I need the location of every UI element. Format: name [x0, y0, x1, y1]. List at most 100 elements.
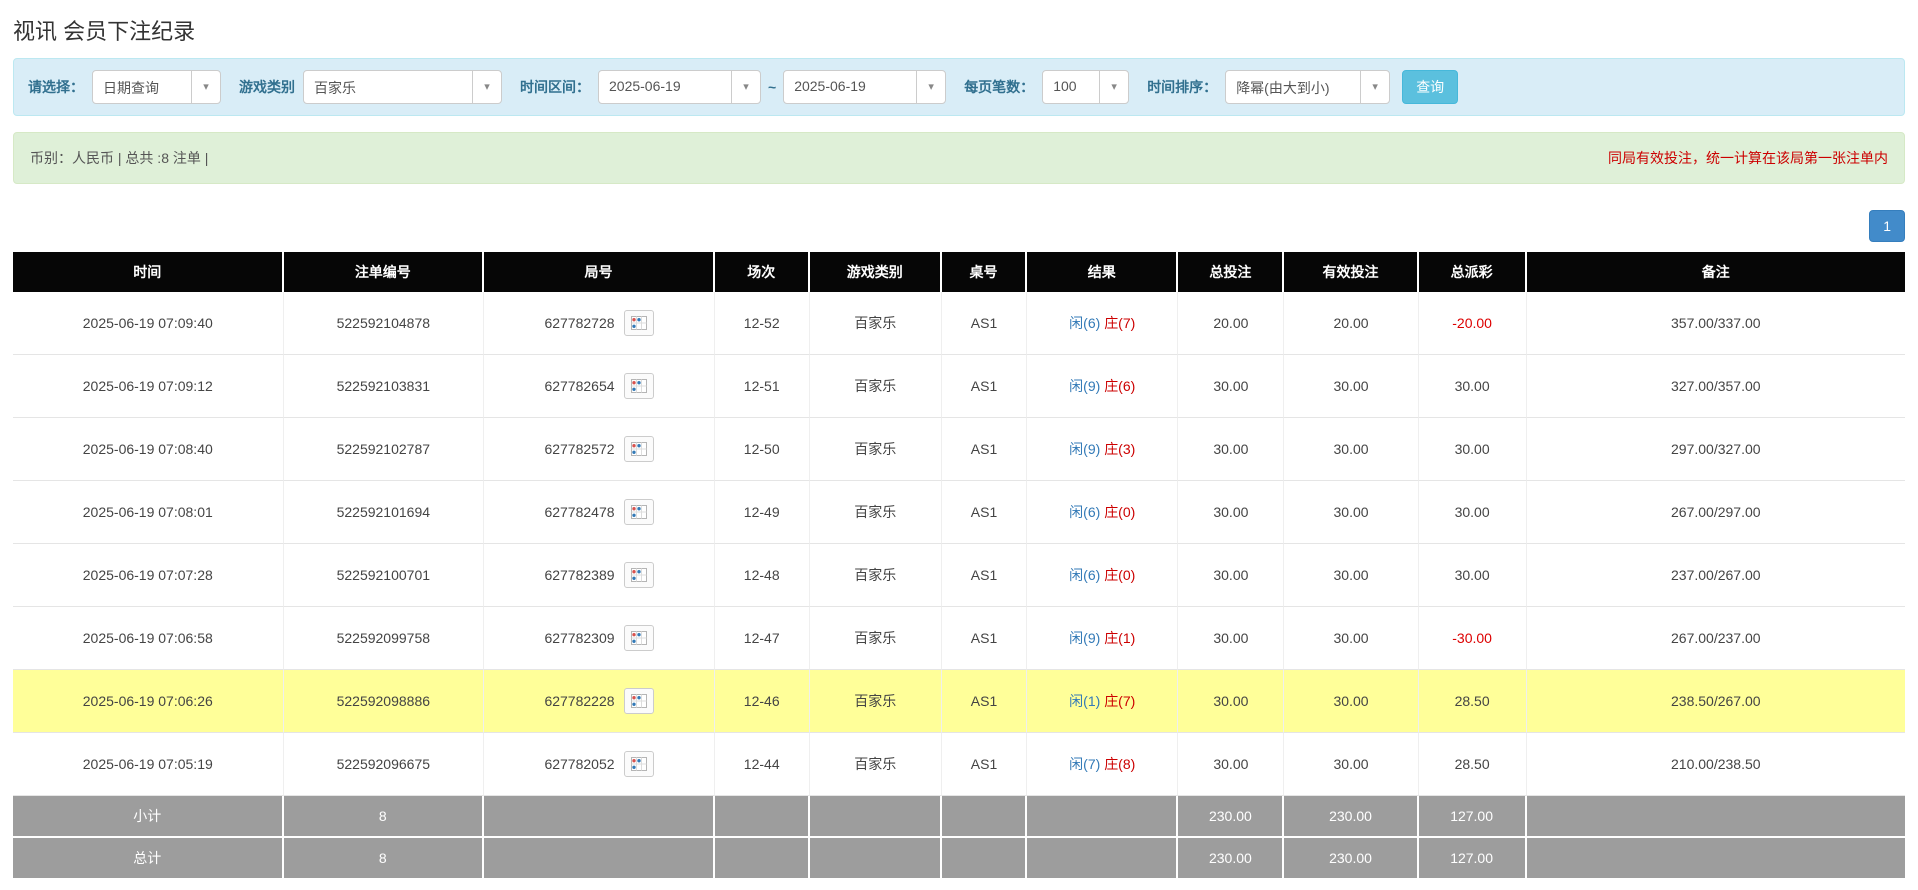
cell-round-id: 627782572: [484, 418, 715, 481]
page-size-label: 每页笔数：: [964, 77, 1034, 97]
cell-session: 12-52: [715, 292, 810, 355]
cell-time: 2025-06-19 07:07:28: [13, 544, 284, 607]
cell-payout: 28.50: [1419, 733, 1527, 796]
cell-bet-id: 522592101694: [284, 481, 485, 544]
chevron-down-icon: ▾: [1372, 82, 1378, 93]
cell-total-bet[interactable]: 20.00: [1178, 292, 1284, 355]
cell-table-no: AS1: [942, 733, 1027, 796]
roadmap-button[interactable]: [624, 625, 654, 651]
filter-bar: 请选择： 日期查询 ▾ 游戏类别 百家乐 ▾ 时间区间： 2025-06-19 …: [13, 58, 1905, 116]
roadmap-button[interactable]: [624, 499, 654, 525]
cell-session: 12-50: [715, 418, 810, 481]
cell-total-bet[interactable]: 30.00: [1178, 607, 1284, 670]
total-payout: 127.00: [1419, 838, 1527, 880]
empty-cell: [810, 838, 942, 880]
result-player: 闲(6): [1069, 567, 1100, 583]
header-remark: 备注: [1527, 252, 1905, 292]
cell-total-bet[interactable]: 30.00: [1178, 544, 1284, 607]
table-row: 2025-06-19 07:09:12 522592103831 6277826…: [13, 355, 1905, 418]
cell-game-type: 百家乐: [810, 544, 942, 607]
page-size-caret-button[interactable]: ▾: [1099, 70, 1129, 104]
result-player: 闲(9): [1069, 378, 1100, 394]
cell-round-id: 627782389: [484, 544, 715, 607]
cell-game-type: 百家乐: [810, 355, 942, 418]
cell-round-id: 627782654: [484, 355, 715, 418]
table-body: 2025-06-19 07:09:40 522592104878 6277827…: [13, 292, 1905, 796]
cell-total-bet[interactable]: 30.00: [1178, 355, 1284, 418]
cell-bet-id: 522592102787: [284, 418, 485, 481]
range-separator: ~: [768, 79, 776, 95]
header-result: 结果: [1027, 252, 1178, 292]
table-row: 2025-06-19 07:06:26 522592098886 6277822…: [13, 670, 1905, 733]
roadmap-button[interactable]: [624, 688, 654, 714]
bet-records-table: 时间 注单编号 局号 场次 游戏类别 桌号 结果 总投注 有效投注 总派彩 备注…: [13, 252, 1905, 880]
table-row: 2025-06-19 07:07:28 522592100701 6277823…: [13, 544, 1905, 607]
date-to-select[interactable]: 2025-06-19 ▾: [783, 70, 946, 104]
total-total-bet: 230.00: [1178, 838, 1284, 880]
cell-bet-id: 522592100701: [284, 544, 485, 607]
cell-time: 2025-06-19 07:09:12: [13, 355, 284, 418]
cell-table-no: AS1: [942, 670, 1027, 733]
page-button-1[interactable]: 1: [1869, 210, 1905, 242]
round-id-wrap: 627782228: [544, 688, 653, 714]
table-row: 2025-06-19 07:05:19 522592096675 6277820…: [13, 733, 1905, 796]
cell-result: 闲(1) 庄(7): [1027, 670, 1178, 733]
query-type-select[interactable]: 日期查询 ▾: [92, 70, 221, 104]
total-label: 总计: [13, 838, 284, 880]
roadmap-icon: [631, 442, 647, 456]
cell-total-bet[interactable]: 30.00: [1178, 481, 1284, 544]
cell-payout: 28.50: [1419, 670, 1527, 733]
round-id: 627782228: [544, 693, 614, 709]
subtotal-label: 小计: [13, 796, 284, 838]
cell-remark: 297.00/327.00: [1527, 418, 1905, 481]
cell-game-type: 百家乐: [810, 670, 942, 733]
empty-cell: [715, 838, 810, 880]
empty-cell: [942, 838, 1027, 880]
page-size-select[interactable]: 100 ▾: [1042, 70, 1129, 104]
sort-select[interactable]: 降幂(由大到小) ▾: [1225, 70, 1390, 104]
date-from-caret-button[interactable]: ▾: [731, 70, 761, 104]
result-player: 闲(9): [1069, 630, 1100, 646]
subtotal-row: 小计 8 230.00 230.00 127.00: [13, 796, 1905, 838]
cell-game-type: 百家乐: [810, 607, 942, 670]
round-id: 627782052: [544, 756, 614, 772]
result-banker: 庄(6): [1104, 378, 1135, 394]
search-button[interactable]: 查询: [1402, 70, 1458, 104]
cell-total-bet[interactable]: 30.00: [1178, 733, 1284, 796]
query-type-caret-button[interactable]: ▾: [191, 70, 221, 104]
subtotal-payout: 127.00: [1419, 796, 1527, 838]
game-type-caret-button[interactable]: ▾: [472, 70, 502, 104]
cell-remark: 267.00/297.00: [1527, 481, 1905, 544]
total-count: 8: [284, 838, 485, 880]
roadmap-button[interactable]: [624, 436, 654, 462]
roadmap-button[interactable]: [624, 751, 654, 777]
cell-valid-bet: 30.00: [1284, 481, 1418, 544]
date-from-select[interactable]: 2025-06-19 ▾: [598, 70, 761, 104]
result-banker: 庄(7): [1104, 693, 1135, 709]
roadmap-button[interactable]: [624, 373, 654, 399]
round-id: 627782389: [544, 567, 614, 583]
game-type-value: 百家乐: [303, 70, 473, 104]
date-to-caret-button[interactable]: ▾: [916, 70, 946, 104]
cell-bet-id: 522592096675: [284, 733, 485, 796]
empty-cell: [1027, 796, 1178, 838]
roadmap-button[interactable]: [624, 562, 654, 588]
cell-game-type: 百家乐: [810, 733, 942, 796]
cell-game-type: 百家乐: [810, 292, 942, 355]
roadmap-button[interactable]: [624, 310, 654, 336]
cell-session: 12-46: [715, 670, 810, 733]
header-game-type: 游戏类别: [810, 252, 942, 292]
cell-total-bet[interactable]: 30.00: [1178, 670, 1284, 733]
sort-caret-button[interactable]: ▾: [1360, 70, 1390, 104]
cell-total-bet[interactable]: 30.00: [1178, 418, 1284, 481]
chevron-down-icon: ▾: [484, 82, 490, 93]
cell-result: 闲(7) 庄(8): [1027, 733, 1178, 796]
date-from-value: 2025-06-19: [598, 70, 732, 104]
result-player: 闲(7): [1069, 756, 1100, 772]
header-round-id: 局号: [484, 252, 715, 292]
chevron-down-icon: ▾: [203, 82, 209, 93]
game-type-select[interactable]: 百家乐 ▾: [303, 70, 502, 104]
chevron-down-icon: ▾: [743, 82, 749, 93]
cell-result: 闲(9) 庄(6): [1027, 355, 1178, 418]
cell-result: 闲(9) 庄(1): [1027, 607, 1178, 670]
